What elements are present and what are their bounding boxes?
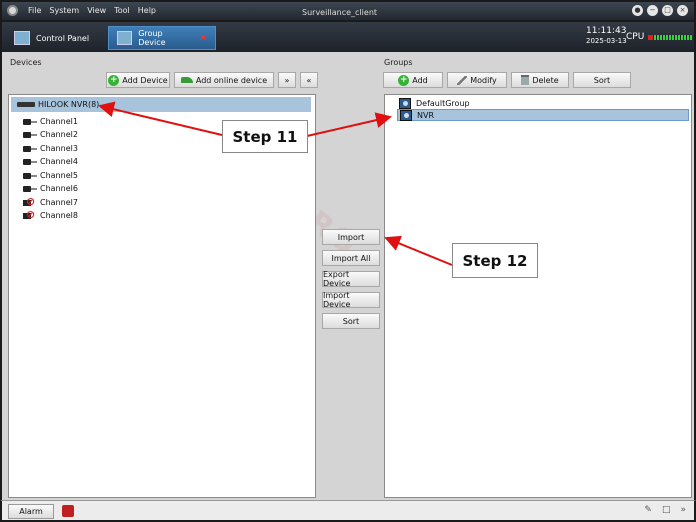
channel-name: Channel6 bbox=[40, 184, 78, 193]
sort-devices-button[interactable]: Sort bbox=[322, 313, 380, 329]
sort-groups-button[interactable]: Sort bbox=[573, 72, 631, 88]
window-title: Surveillance_client bbox=[302, 8, 378, 17]
tree-item-channel[interactable]: Channel2 bbox=[23, 128, 78, 141]
import-device-button[interactable]: Import Device bbox=[322, 291, 380, 309]
camera-icon bbox=[23, 158, 37, 166]
add-device-label: Add Device bbox=[122, 75, 168, 85]
tree-item-channel[interactable]: Channel3 bbox=[23, 142, 78, 155]
tab-group-device-label: Group Device bbox=[138, 29, 166, 47]
menu-tool[interactable]: Tool bbox=[114, 6, 130, 15]
trash-icon bbox=[521, 75, 530, 85]
menu-system[interactable]: System bbox=[49, 6, 79, 15]
delete-group-label: Delete bbox=[532, 75, 559, 85]
devices-label: Devices bbox=[10, 58, 42, 67]
expand-icon[interactable]: » bbox=[680, 505, 686, 515]
add-device-button[interactable]: + Add Device bbox=[106, 72, 170, 88]
clock: 11:11:43 2025-03-13 bbox=[586, 26, 627, 46]
groups-tree-panel[interactable]: DefaultGroup NVR bbox=[384, 94, 692, 498]
maximize-button[interactable]: □ bbox=[662, 5, 673, 16]
channel-name: Channel4 bbox=[40, 157, 78, 166]
tree-item-channel[interactable]: Channel4 bbox=[23, 155, 78, 168]
step12-label: Step 12 bbox=[452, 243, 538, 278]
groups-label: Groups bbox=[384, 58, 413, 67]
group-device-page: XPRO XPRO XPRO XPRO XPRO XPRO XPRO Devic… bbox=[0, 52, 696, 503]
alarm-button[interactable]: Alarm bbox=[8, 504, 54, 519]
window-controls: ● − □ × bbox=[632, 5, 688, 16]
plus-icon: + bbox=[108, 74, 120, 86]
import-button[interactable]: Import bbox=[322, 229, 380, 245]
channel-name: Channel5 bbox=[40, 171, 78, 180]
title-bar: File System View Tool Help Surveillance_… bbox=[0, 0, 696, 22]
modify-group-button[interactable]: Modify bbox=[447, 72, 507, 88]
clock-time: 11:11:43 bbox=[586, 26, 627, 36]
group-name: DefaultGroup bbox=[416, 98, 470, 108]
import-all-button[interactable]: Import All bbox=[322, 250, 380, 266]
add-group-label: Add bbox=[412, 75, 428, 85]
add-group-button[interactable]: + Add bbox=[383, 72, 443, 88]
modify-group-label: Modify bbox=[470, 75, 497, 85]
menu-bar: File System View Tool Help bbox=[28, 6, 156, 15]
add-online-device-button[interactable]: Add online device bbox=[174, 72, 274, 88]
tab-bar: Control Panel Group Device × 11:11:43 20… bbox=[0, 22, 696, 52]
camera-icon bbox=[23, 172, 37, 180]
camera-offline-icon bbox=[23, 195, 37, 208]
plus-icon: + bbox=[398, 74, 410, 86]
tree-item-channel[interactable]: Channel1 bbox=[23, 115, 78, 128]
camera-icon bbox=[23, 118, 37, 126]
group-device-icon bbox=[117, 31, 133, 45]
tree-root-nvr[interactable]: HILOOK NVR(8) bbox=[11, 97, 311, 112]
nvr-icon bbox=[17, 102, 35, 107]
tree-item-channel[interactable]: Channel6 bbox=[23, 182, 78, 195]
channel-name: Channel3 bbox=[40, 144, 78, 153]
cpu-meter bbox=[648, 35, 692, 40]
export-device-button[interactable]: Export Device bbox=[322, 270, 380, 288]
pin-icon[interactable]: ✎ bbox=[644, 505, 652, 515]
close-window-button[interactable]: × bbox=[677, 5, 688, 16]
tab-control-panel[interactable]: Control Panel bbox=[6, 26, 102, 50]
delete-group-button[interactable]: Delete bbox=[511, 72, 569, 88]
nvr-name: HILOOK NVR(8) bbox=[38, 100, 100, 109]
app-logo-icon[interactable] bbox=[7, 5, 18, 16]
clock-date: 2025-03-13 bbox=[586, 37, 627, 45]
minimize-button[interactable]: − bbox=[647, 5, 658, 16]
group-item-nvr[interactable]: NVR bbox=[397, 109, 689, 121]
devices-tree-panel[interactable]: HILOOK NVR(8) Channel1 Channel2 Channel3… bbox=[8, 94, 316, 498]
window-options-button[interactable]: ● bbox=[632, 5, 643, 16]
step11-label: Step 11 bbox=[222, 120, 308, 153]
menu-help[interactable]: Help bbox=[138, 6, 156, 15]
control-panel-icon bbox=[14, 31, 30, 45]
collapse-all-button[interactable]: « bbox=[300, 72, 318, 88]
tree-item-channel[interactable]: Channel8 bbox=[23, 208, 78, 222]
group-item-defaultgroup[interactable]: DefaultGroup bbox=[399, 97, 470, 109]
channel-name: Channel7 bbox=[40, 198, 78, 207]
tree-item-channel[interactable]: Channel5 bbox=[23, 169, 78, 182]
group-icon bbox=[399, 97, 411, 109]
camera-offline-icon bbox=[23, 208, 37, 221]
camera-icon bbox=[23, 145, 37, 153]
camera-icon bbox=[23, 185, 37, 193]
channel-name: Channel2 bbox=[40, 130, 78, 139]
tab-group-device[interactable]: Group Device × bbox=[108, 26, 216, 50]
edit-icon bbox=[457, 75, 468, 85]
group-name: NVR bbox=[417, 110, 435, 120]
online-device-icon bbox=[180, 77, 193, 83]
window-icon[interactable]: □ bbox=[662, 505, 671, 515]
group-icon bbox=[400, 109, 412, 121]
cpu-label: CPU bbox=[626, 32, 645, 42]
channel-name: Channel8 bbox=[40, 211, 78, 220]
add-online-device-label: Add online device bbox=[195, 75, 268, 85]
tab-close-icon[interactable]: × bbox=[199, 33, 207, 43]
menu-view[interactable]: View bbox=[87, 6, 106, 15]
alarm-icon[interactable] bbox=[62, 505, 74, 517]
status-bar: Alarm ✎ □ » bbox=[0, 500, 696, 522]
menu-file[interactable]: File bbox=[28, 6, 41, 15]
channel-name: Channel1 bbox=[40, 117, 78, 126]
expand-all-button[interactable]: » bbox=[278, 72, 296, 88]
tab-control-panel-label: Control Panel bbox=[36, 33, 90, 43]
tray-icons: ✎ □ » bbox=[644, 505, 686, 515]
camera-icon bbox=[23, 131, 37, 139]
